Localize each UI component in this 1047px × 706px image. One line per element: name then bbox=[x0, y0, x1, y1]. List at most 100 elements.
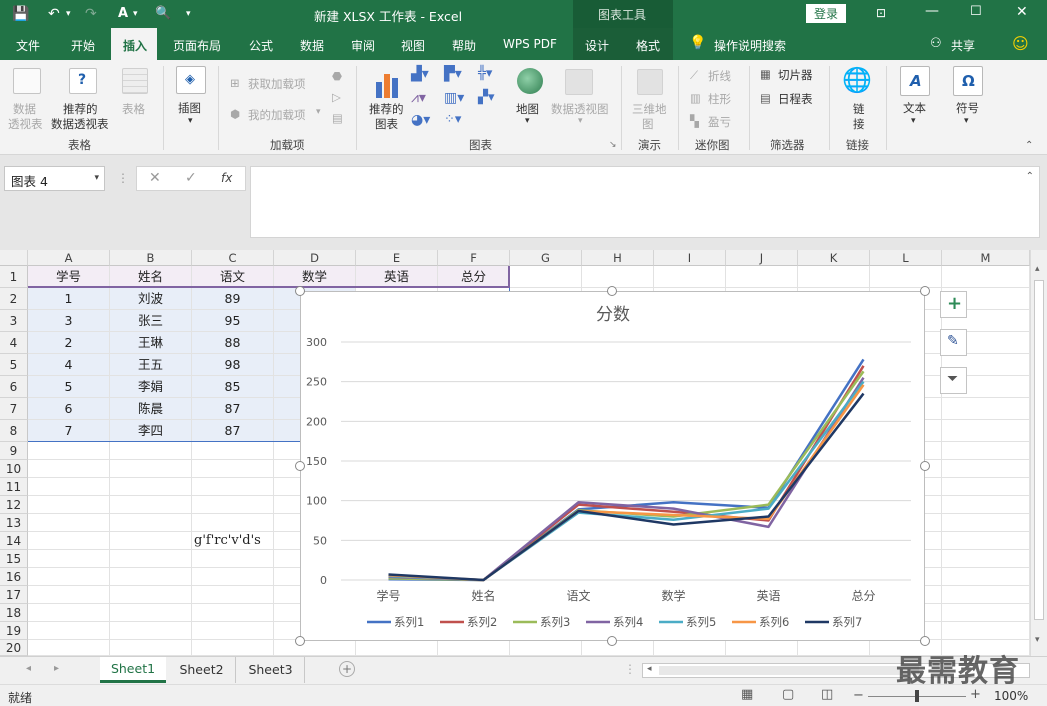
cell[interactable] bbox=[28, 622, 110, 640]
table-cell[interactable]: 5 bbox=[28, 376, 110, 398]
qat-dropdown-icon[interactable]: ▾ bbox=[133, 9, 138, 19]
login-button[interactable]: 登录 bbox=[806, 4, 847, 23]
cell[interactable] bbox=[942, 420, 1030, 442]
get-addins-button[interactable]: 获取加载项 bbox=[248, 76, 306, 92]
pivot-table-label-1[interactable]: 数据 bbox=[13, 101, 36, 117]
cell[interactable] bbox=[510, 266, 582, 288]
sparkline-column-button[interactable]: 柱形 bbox=[708, 91, 731, 107]
addin-icon-3[interactable]: ▤ bbox=[332, 111, 343, 125]
resize-handle-tl[interactable] bbox=[295, 286, 305, 296]
row-header[interactable]: 5 bbox=[0, 354, 28, 376]
share-button[interactable]: 共享 bbox=[951, 37, 975, 54]
timeline-button[interactable]: 日程表 bbox=[778, 91, 813, 107]
cell[interactable] bbox=[110, 478, 192, 496]
map-button[interactable]: 地图 bbox=[516, 101, 539, 117]
column-header[interactable]: G bbox=[510, 250, 582, 266]
cell[interactable] bbox=[942, 442, 1030, 460]
cell[interactable] bbox=[192, 460, 274, 478]
column-header[interactable]: M bbox=[942, 250, 1030, 266]
cell[interactable] bbox=[28, 496, 110, 514]
pivot-chart-dropdown-icon[interactable]: ▾ bbox=[578, 116, 583, 126]
cell[interactable] bbox=[110, 604, 192, 622]
cell[interactable] bbox=[942, 604, 1030, 622]
cell[interactable] bbox=[192, 496, 274, 514]
tab-splitter-icon[interactable]: ⋮ bbox=[624, 662, 636, 676]
cell[interactable] bbox=[798, 640, 870, 656]
table-cell[interactable]: 6 bbox=[28, 398, 110, 420]
undo-icon[interactable]: ↶ bbox=[48, 6, 60, 22]
cell[interactable] bbox=[870, 266, 942, 288]
table-cell[interactable]: 李娟 bbox=[110, 376, 192, 398]
scroll-up-icon[interactable]: ▴ bbox=[1035, 264, 1040, 274]
cell[interactable] bbox=[28, 586, 110, 604]
row-header[interactable]: 2 bbox=[0, 288, 28, 310]
tab-data[interactable]: 数据 bbox=[300, 37, 324, 54]
cell[interactable] bbox=[274, 640, 356, 656]
close-icon[interactable]: ✕ bbox=[1016, 4, 1028, 20]
addin-icon-2[interactable]: ▷ bbox=[332, 90, 341, 104]
chart-styles-button[interactable]: ✎ bbox=[940, 329, 967, 356]
table-cell[interactable]: 87 bbox=[192, 398, 274, 420]
symbol-button[interactable]: 符号 bbox=[956, 100, 979, 116]
normal-view-icon[interactable]: ▦ bbox=[741, 687, 753, 702]
table-button[interactable]: 表格 bbox=[122, 101, 145, 117]
cell[interactable] bbox=[798, 266, 870, 288]
smiley-icon[interactable]: ☺ bbox=[1012, 34, 1029, 53]
recommended-pivot-label-2[interactable]: 数据透视表 bbox=[51, 116, 109, 132]
map3d-label-2[interactable]: 图 bbox=[642, 116, 654, 132]
column-header[interactable]: I bbox=[654, 250, 726, 266]
table-cell[interactable]: 陈晨 bbox=[110, 398, 192, 420]
name-box-dropdown-icon[interactable]: ▾ bbox=[94, 173, 99, 183]
row-header[interactable]: 16 bbox=[0, 568, 28, 586]
maximize-icon[interactable]: ☐ bbox=[970, 4, 982, 19]
sheet-tab-1[interactable]: Sheet1 bbox=[100, 657, 166, 683]
insert-function-button[interactable]: fx bbox=[221, 171, 232, 185]
cell[interactable] bbox=[192, 568, 274, 586]
table-header-cell[interactable]: 英语 bbox=[356, 266, 438, 288]
cell[interactable] bbox=[942, 568, 1030, 586]
cell[interactable] bbox=[192, 640, 274, 656]
link-label-1[interactable]: 链 bbox=[853, 101, 865, 117]
enter-icon[interactable]: ✓ bbox=[185, 170, 197, 186]
table-cell[interactable]: 89 bbox=[192, 288, 274, 310]
row-header[interactable]: 3 bbox=[0, 310, 28, 332]
symbol-dropdown-icon[interactable]: ▾ bbox=[964, 116, 969, 126]
chart-title[interactable]: 分数 bbox=[596, 305, 630, 325]
cell[interactable] bbox=[192, 604, 274, 622]
zoom-out-icon[interactable]: − bbox=[853, 688, 864, 703]
recommended-charts-label-1[interactable]: 推荐的 bbox=[369, 101, 404, 117]
scroll-down-icon[interactable]: ▾ bbox=[1035, 635, 1040, 645]
statistic-chart-icon[interactable]: ▥▾ bbox=[444, 90, 464, 106]
cell[interactable] bbox=[654, 266, 726, 288]
resize-handle-t[interactable] bbox=[607, 286, 617, 296]
expand-formula-icon[interactable]: ⌃ bbox=[1026, 171, 1034, 182]
recommended-charts-label-2[interactable]: 图表 bbox=[375, 116, 398, 132]
row-header[interactable]: 4 bbox=[0, 332, 28, 354]
map-dropdown-icon[interactable]: ▾ bbox=[525, 116, 530, 126]
tab-format[interactable]: 格式 bbox=[636, 37, 660, 54]
table-header-cell[interactable]: 语文 bbox=[192, 266, 274, 288]
cell[interactable] bbox=[942, 478, 1030, 496]
slicer-button[interactable]: 切片器 bbox=[778, 67, 813, 83]
page-layout-view-icon[interactable]: ▢ bbox=[782, 687, 794, 702]
cell[interactable] bbox=[192, 550, 274, 568]
cell[interactable] bbox=[110, 550, 192, 568]
chart-filters-button[interactable]: ⏷ bbox=[940, 367, 967, 394]
row-header[interactable]: 19 bbox=[0, 622, 28, 640]
column-header[interactable]: C bbox=[192, 250, 274, 266]
table-cell[interactable]: 1 bbox=[28, 288, 110, 310]
page-break-view-icon[interactable]: ◫ bbox=[821, 687, 833, 702]
cell[interactable] bbox=[438, 640, 510, 656]
cell[interactable] bbox=[28, 478, 110, 496]
cell[interactable] bbox=[510, 640, 582, 656]
tab-formulas[interactable]: 公式 bbox=[249, 37, 273, 54]
addin-icon-1[interactable]: ⬣ bbox=[332, 69, 342, 83]
row-header[interactable]: 7 bbox=[0, 398, 28, 420]
column-header[interactable]: K bbox=[798, 250, 870, 266]
cell[interactable] bbox=[726, 266, 798, 288]
resize-handle-r[interactable] bbox=[920, 461, 930, 471]
cell[interactable] bbox=[942, 622, 1030, 640]
cell[interactable] bbox=[110, 568, 192, 586]
row-header[interactable]: 1 bbox=[0, 266, 28, 288]
table-cell[interactable]: 王五 bbox=[110, 354, 192, 376]
